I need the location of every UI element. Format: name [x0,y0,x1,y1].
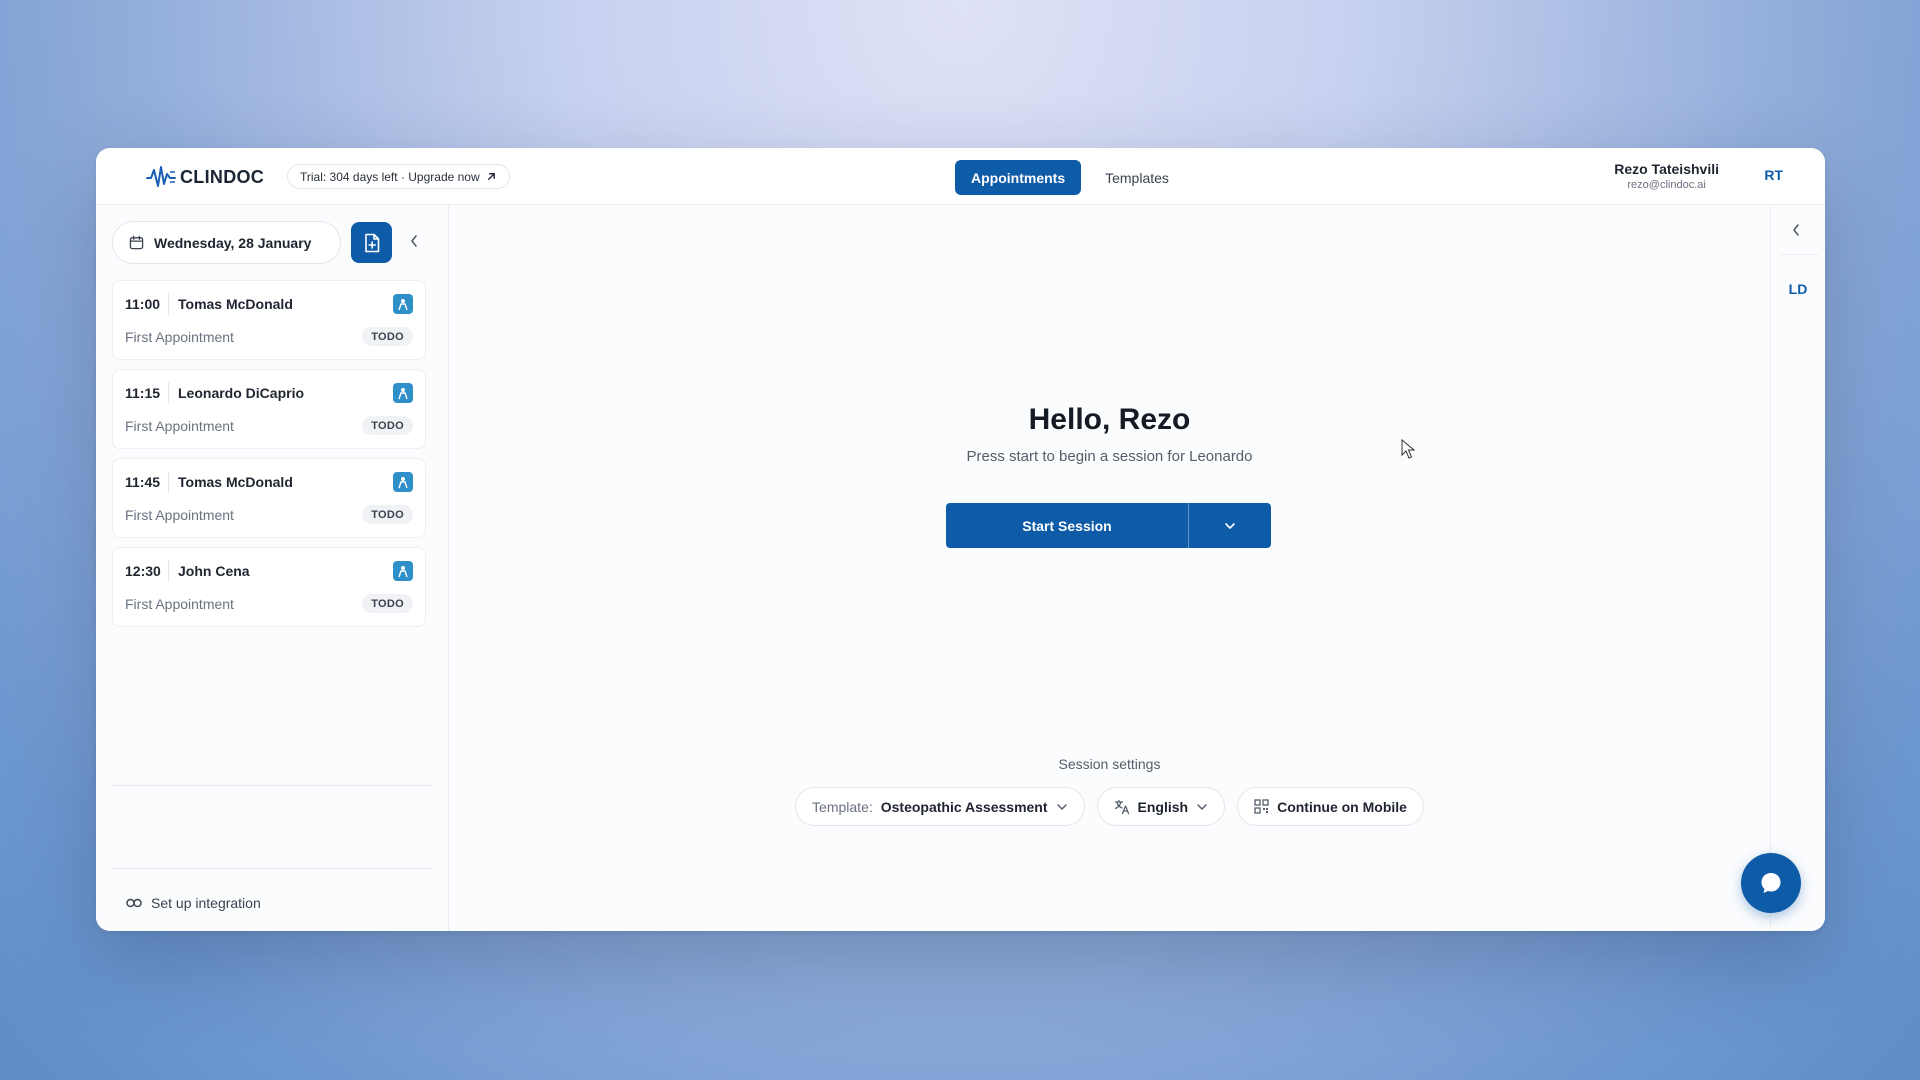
greeting-subtitle: Press start to begin a session for Leona… [966,448,1253,465]
trial-text: Trial: 304 days left · Upgrade now [300,169,480,184]
integration-label: Set up integration [151,895,261,911]
sidebar-divider [112,868,432,869]
language-value: English [1137,798,1189,815]
patient-name: Tomas McDonald [178,296,293,312]
patient-icon[interactable] [393,472,413,492]
right-panel-rail: LD [1770,205,1825,931]
chevron-left-icon [1793,224,1799,236]
template-prefix: Template: [812,798,873,815]
tab-appointments[interactable]: Appointments [955,160,1082,195]
rail-divider [1779,254,1819,255]
user-email: rezo@clindoc.ai [1627,179,1706,191]
divider [168,293,169,315]
logo[interactable]: CLINDOC [146,164,264,190]
appointment-type: First Appointment [125,418,234,434]
chat-support-button[interactable] [1741,853,1801,913]
patient-icon[interactable] [393,561,413,581]
continue-on-mobile-button[interactable]: Continue on Mobile [1237,787,1424,826]
mouse-cursor [1401,438,1416,464]
appointment-card[interactable]: 12:30 John Cena First Appointment TODO [112,547,426,627]
main-content: Hello, Rezo Press start to begin a sessi… [449,205,1770,931]
appointment-type: First Appointment [125,329,234,345]
person-icon [398,477,408,489]
appointment-type: First Appointment [125,596,234,612]
chevron-down-icon [1225,522,1235,529]
start-session-dropdown[interactable] [1189,503,1271,548]
trial-upgrade-badge[interactable]: Trial: 304 days left · Upgrade now [287,164,510,189]
appointment-list: 11:00 Tomas McDonald First Appointment T… [112,280,426,636]
continue-mobile-label: Continue on Mobile [1277,798,1407,815]
appointment-card[interactable]: 11:00 Tomas McDonald First Appointment T… [112,280,426,360]
appointment-time: 11:45 [125,474,161,490]
patient-icon[interactable] [393,383,413,403]
collapse-sidebar-button[interactable] [409,234,419,253]
calendar-icon [129,235,144,250]
status-badge: TODO [362,594,413,613]
patient-icon[interactable] [393,294,413,314]
expand-panel-button[interactable] [1791,223,1801,242]
appointment-time: 12:30 [125,563,161,579]
appointment-card[interactable]: 11:15 Leonardo DiCaprio First Appointmen… [112,369,426,449]
chevron-left-icon [411,235,417,247]
cursor-arrow-icon [1401,438,1416,459]
arrow-up-right-icon [487,173,495,180]
appointments-sidebar: Wednesday, 28 January 11:00 Tomas McDona… [96,205,449,931]
person-icon [398,566,408,578]
patient-name: Tomas McDonald [178,474,293,490]
divider [168,560,169,582]
sidebar-divider [112,785,432,786]
user-info[interactable]: Rezo Tateishvili rezo@clindoc.ai [1614,161,1719,191]
status-badge: TODO [362,327,413,346]
patient-name: Leonardo DiCaprio [178,385,305,401]
user-name: Rezo Tateishvili [1614,161,1719,177]
nav-tabs: Appointments Templates [955,160,1185,195]
greeting-heading: Hello, Rezo [1028,403,1191,436]
chevron-down-icon [1056,803,1067,810]
appointment-type: First Appointment [125,507,234,523]
qr-code-icon [1254,799,1269,814]
date-picker[interactable]: Wednesday, 28 January [112,221,341,264]
waveform-logo-icon [146,166,176,187]
date-label: Wednesday, 28 January [154,234,312,251]
divider [168,471,169,493]
session-settings-label: Session settings [1058,756,1161,772]
logo-text: CLINDOC [180,166,265,187]
patient-name: John Cena [178,563,250,579]
template-select[interactable]: Template: Osteopathic Assessment [795,787,1085,826]
appointment-time: 11:15 [125,385,161,401]
app-window: CLINDOC Trial: 304 days left · Upgrade n… [96,148,1825,931]
start-session-button[interactable]: Start Session [946,503,1188,548]
session-settings-row: Template: Osteopathic Assessment English [449,787,1770,826]
language-select[interactable]: English [1096,787,1226,826]
user-avatar[interactable]: RT [1764,167,1783,183]
person-icon [398,388,408,400]
patient-avatar[interactable]: LD [1771,281,1825,297]
divider [168,382,169,404]
template-value: Osteopathic Assessment [880,798,1048,815]
file-plus-icon [364,233,379,252]
translate-icon [1114,799,1129,814]
person-icon [398,299,408,311]
appointment-time: 11:00 [125,296,161,312]
setup-integration-link[interactable]: Set up integration [126,895,261,911]
tab-templates[interactable]: Templates [1089,160,1185,195]
chat-bubble-icon [1761,873,1781,893]
link-icon [126,898,142,908]
start-session-group: Start Session [946,503,1271,548]
status-badge: TODO [362,416,413,435]
status-badge: TODO [362,505,413,524]
new-appointment-button[interactable] [351,222,392,263]
chevron-down-icon [1197,803,1207,810]
top-bar: CLINDOC Trial: 304 days left · Upgrade n… [96,148,1825,205]
appointment-card[interactable]: 11:45 Tomas McDonald First Appointment T… [112,458,426,538]
